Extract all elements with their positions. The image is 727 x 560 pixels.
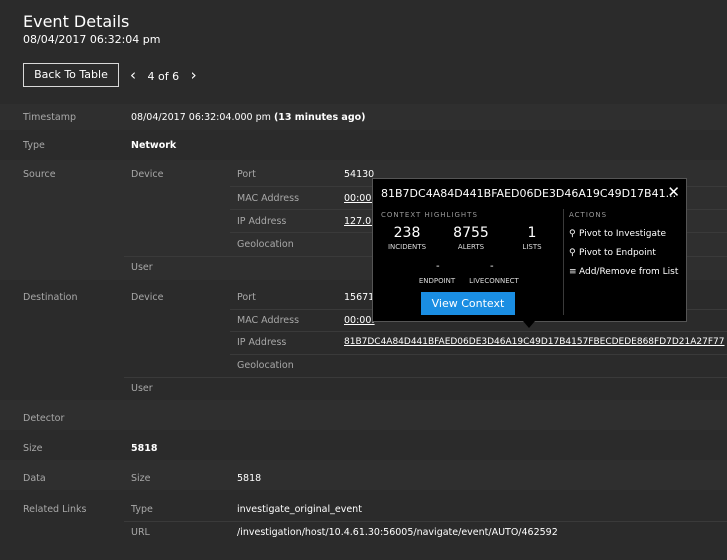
destination-port-label: Port [237, 292, 256, 303]
source-device-label: Device [131, 169, 164, 180]
destination-port-value: 15671 [344, 292, 375, 303]
destination-device-label: Device [131, 292, 164, 303]
liveconnect-label: LIVECONNECT [469, 277, 519, 285]
liveconnect-value: - [490, 261, 494, 272]
divider [230, 354, 727, 355]
lists-label: LISTS [522, 243, 542, 251]
pager: ‹ 4 of 6 › [126, 63, 201, 87]
timestamp-absolute: 08/04/2017 06:32:04.000 pm [131, 112, 271, 123]
type-value: Network [131, 140, 177, 151]
search-icon: ⚲ [569, 248, 576, 258]
destination-label: Destination [23, 292, 78, 303]
endpoint-value: - [436, 261, 440, 272]
related-links-label: Related Links [23, 504, 87, 515]
destination-user-label: User [131, 383, 153, 394]
pivot-to-endpoint-action[interactable]: ⚲ Pivot to Endpoint [569, 248, 656, 258]
previous-event-icon[interactable]: ‹ [126, 63, 140, 87]
divider [124, 521, 727, 522]
row-band [0, 460, 727, 490]
timestamp-value: 08/04/2017 06:32:04.000 pm (13 minutes a… [131, 112, 366, 123]
related-url-label: URL [131, 527, 150, 538]
back-to-table-button[interactable]: Back To Table [23, 63, 119, 87]
source-ip-label: IP Address [237, 216, 287, 227]
popover-title: 81B7DC4A84D441BFAED06DE3D46A19C49D17B41.… [381, 187, 677, 200]
pivot-to-endpoint-label: Pivot to Endpoint [579, 248, 656, 258]
row-band [0, 400, 727, 430]
timestamp-relative: (13 minutes ago) [273, 112, 366, 123]
source-ip-value[interactable]: 127.0. [344, 216, 374, 227]
close-icon[interactable]: ✕ [667, 183, 680, 201]
popover-arrow [523, 321, 535, 328]
context-highlights-title: CONTEXT HIGHLIGHTS [381, 211, 478, 219]
popover-divider [563, 209, 564, 315]
timestamp-label: Timestamp [23, 112, 77, 123]
source-mac-label: MAC Address [237, 193, 300, 204]
page-title: Event Details [23, 12, 130, 31]
endpoint-label: ENDPOINT [418, 277, 456, 285]
data-size-value: 5818 [237, 473, 262, 484]
data-label: Data [23, 473, 46, 484]
incidents-count[interactable]: 238 [379, 225, 435, 241]
pivot-to-investigate-action[interactable]: ⚲ Pivot to Investigate [569, 229, 666, 239]
related-type-label: Type [131, 504, 153, 515]
data-size-label: Size [131, 473, 151, 484]
next-event-icon[interactable]: › [187, 63, 201, 87]
incidents-label: INCIDENTS [387, 243, 427, 251]
pivot-to-investigate-label: Pivot to Investigate [579, 229, 667, 239]
context-popover: 81B7DC4A84D441BFAED06DE3D46A19C49D17B41.… [372, 178, 687, 328]
type-label: Type [23, 140, 45, 151]
detector-label: Detector [23, 413, 65, 424]
add-remove-list-label: Add/Remove from List [579, 267, 679, 277]
actions-title: ACTIONS [569, 211, 608, 219]
source-geo-label: Geolocation [237, 239, 294, 250]
size-label: Size [23, 443, 43, 454]
destination-mac-value[interactable]: 00:00: [344, 315, 375, 326]
alerts-count[interactable]: 8755 [443, 225, 499, 241]
destination-geo-label: Geolocation [237, 360, 294, 371]
view-context-button[interactable]: View Context [421, 292, 515, 315]
search-icon: ⚲ [569, 229, 576, 239]
related-type-value: investigate_original_event [237, 504, 362, 515]
size-value: 5818 [131, 443, 158, 454]
event-details-header: Event Details 08/04/2017 06:32:04 pm Bac… [0, 0, 727, 98]
source-label: Source [23, 169, 56, 180]
lists-count[interactable]: 1 [507, 225, 557, 241]
source-port-label: Port [237, 169, 256, 180]
list-icon: ≡ [569, 267, 577, 277]
pager-count: 4 of 6 [147, 70, 180, 83]
divider [230, 331, 727, 332]
destination-ip-value[interactable]: 81B7DC4A84D441BFAED06DE3D46A19C49D17B415… [344, 337, 724, 347]
source-user-label: User [131, 262, 153, 273]
alerts-label: ALERTS [457, 243, 485, 251]
destination-mac-label: MAC Address [237, 315, 300, 326]
source-mac-value[interactable]: 00:00: [344, 193, 375, 204]
source-port-value: 54130 [344, 169, 375, 180]
divider [124, 377, 727, 378]
event-timestamp: 08/04/2017 06:32:04 pm [23, 33, 161, 46]
destination-ip-label: IP Address [237, 337, 287, 348]
related-url-value[interactable]: /investigation/host/10.4.61.30:56005/nav… [237, 527, 558, 538]
add-remove-list-action[interactable]: ≡ Add/Remove from List [569, 267, 678, 277]
